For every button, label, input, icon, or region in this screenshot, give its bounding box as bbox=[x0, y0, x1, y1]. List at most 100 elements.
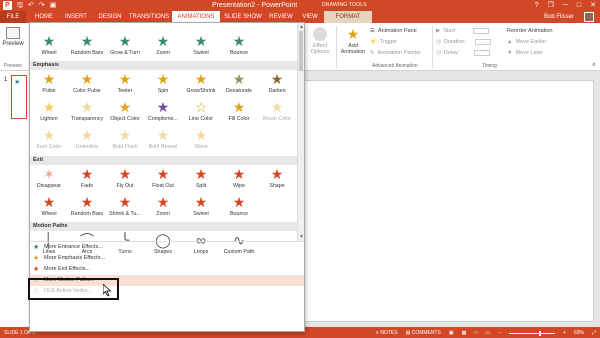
more-entrance-label: More Entrance Effects... bbox=[44, 244, 103, 250]
effect-lighten[interactable]: ★ Lighten bbox=[30, 99, 68, 127]
effect-disappear[interactable]: ✶ Disappear bbox=[30, 166, 68, 194]
star-icon: ★ bbox=[42, 127, 56, 143]
effect-darken[interactable]: ★ Darken bbox=[258, 71, 296, 99]
star-icon: ★ bbox=[118, 194, 132, 210]
star-icon: ★ bbox=[270, 166, 284, 182]
effect-float-out[interactable]: ★ Float Out bbox=[144, 166, 182, 194]
duration-spinner[interactable] bbox=[475, 39, 492, 45]
effect-swivel-exit[interactable]: ★ Swivel bbox=[182, 194, 220, 222]
undo-icon[interactable]: ↶ bbox=[28, 1, 34, 10]
zoom-in-icon[interactable]: + bbox=[563, 330, 566, 336]
fit-slide-icon[interactable]: ⤢ bbox=[592, 330, 596, 336]
scrollbar-thumb[interactable] bbox=[299, 31, 303, 71]
zoom-slider[interactable] bbox=[509, 330, 556, 336]
effect-label: Brush Color bbox=[263, 116, 291, 122]
move-earlier-button[interactable]: ▲ Move Earlier bbox=[507, 38, 546, 46]
effect-bounce-exit[interactable]: ★ Bounce bbox=[220, 194, 258, 222]
effect-swivel-entrance[interactable]: ★ Swivel bbox=[182, 33, 220, 61]
close-icon[interactable]: ✕ bbox=[590, 1, 596, 10]
redo-icon[interactable]: ↷ bbox=[39, 1, 45, 10]
effect-fly-out[interactable]: ★ Fly Out bbox=[106, 166, 144, 194]
star-icon: ★ bbox=[156, 166, 170, 182]
effect-label: Bounce bbox=[230, 50, 248, 56]
effect-zoom-exit[interactable]: ★ Zoom bbox=[144, 194, 182, 222]
effect-grow-shrink[interactable]: ★ Grow/Shrink bbox=[182, 71, 220, 99]
effect-line-color[interactable]: ☆ Line Color bbox=[182, 99, 220, 127]
animation-pane-button[interactable]: ☰ Animation Pane bbox=[370, 27, 417, 35]
effect-wheel-exit[interactable]: ★ Wheel bbox=[30, 194, 68, 222]
effect-transparency[interactable]: ★ Transparency bbox=[68, 99, 106, 127]
effect-grow-turn-entrance[interactable]: ★ Grow & Turn bbox=[106, 33, 144, 61]
effect-fade-exit[interactable]: ★ Fade bbox=[68, 166, 106, 194]
effect-complementary-color[interactable]: ★ Compleme... bbox=[144, 99, 182, 127]
duration-field[interactable]: ◷ Duration: bbox=[436, 38, 492, 46]
scroll-up-icon[interactable]: ▲ bbox=[299, 24, 304, 30]
effect-bounce-entrance[interactable]: ★ Bounce bbox=[220, 33, 258, 61]
effect-wheel-entrance[interactable]: ★ Wheel bbox=[30, 33, 68, 61]
more-entrance-effects[interactable]: ★ More Entrance Effects... bbox=[30, 242, 304, 253]
effect-teeter[interactable]: ★ Teeter bbox=[106, 71, 144, 99]
scroll-down-icon[interactable]: ▼ bbox=[299, 234, 304, 240]
start-select[interactable] bbox=[473, 28, 490, 34]
minimize-icon[interactable]: ─ bbox=[563, 1, 568, 10]
effect-shrink-turn-exit[interactable]: ★ Shrink & Tu... bbox=[106, 194, 144, 222]
star-icon: ★ bbox=[118, 99, 132, 115]
effect-desaturate[interactable]: ★ Desaturate bbox=[220, 71, 258, 99]
star-icon: ★ bbox=[80, 99, 94, 115]
more-exit-effects[interactable]: ★ More Exit Effects... bbox=[30, 264, 304, 275]
effect-split-exit[interactable]: ★ Split bbox=[182, 166, 220, 194]
effect-label: Wipe bbox=[232, 183, 246, 189]
effect-random-bars-entrance[interactable]: ★ Random Bars bbox=[68, 33, 106, 61]
slideshow-view-icon[interactable]: ▭ bbox=[485, 330, 490, 336]
star-icon: ★ bbox=[42, 194, 56, 210]
effect-label: Swivel bbox=[193, 50, 209, 56]
collapse-ribbon-icon[interactable]: ∧ bbox=[592, 61, 596, 68]
effect-random-bars-exit[interactable]: ★ Random Bars bbox=[68, 194, 106, 222]
effect-label: Swivel bbox=[193, 211, 209, 217]
help-icon[interactable]: ? bbox=[535, 1, 539, 10]
move-later-button[interactable]: ▼ Move Later bbox=[507, 49, 543, 57]
effect-spin[interactable]: ★ Spin bbox=[144, 71, 182, 99]
more-emphasis-effects[interactable]: ★ More Emphasis Effects... bbox=[30, 253, 304, 264]
zoom-out-icon[interactable]: − bbox=[498, 330, 501, 336]
effect-options-button[interactable]: Effect Options bbox=[307, 27, 333, 55]
maximize-icon[interactable]: □ bbox=[577, 1, 581, 10]
trigger-button[interactable]: ⚡ Trigger bbox=[370, 38, 397, 46]
effect-bold-reveal: ★ Bold Reveal bbox=[144, 127, 182, 155]
effect-color-pulse[interactable]: ★ Color Pulse bbox=[68, 71, 106, 99]
add-animation-button[interactable]: ★ Add Animation bbox=[339, 27, 367, 55]
tab-file[interactable]: FILE bbox=[0, 11, 26, 23]
tab-format[interactable]: FORMAT bbox=[324, 11, 372, 23]
more-emphasis-label: More Emphasis Effects... bbox=[44, 255, 106, 261]
animation-painter-button[interactable]: ✎ Animation Painter bbox=[370, 49, 421, 57]
zoom-level[interactable]: 69% bbox=[574, 330, 584, 336]
star-icon: ★ bbox=[156, 33, 170, 49]
notes-button[interactable]: ≡ NOTES bbox=[376, 330, 398, 336]
effect-pulse[interactable]: ★ Pulse bbox=[30, 71, 68, 99]
start-field[interactable]: ▶ Start: bbox=[436, 27, 490, 35]
start-icon: ▶ bbox=[436, 28, 441, 34]
gallery-scrollbar[interactable]: ▲ ▼ bbox=[297, 23, 304, 241]
arrow-down-icon: ▼ bbox=[507, 50, 513, 56]
effect-object-color[interactable]: ★ Object Color bbox=[106, 99, 144, 127]
effect-fill-color[interactable]: ★ Fill Color bbox=[220, 99, 258, 127]
effect-shape-exit[interactable]: ★ Shape bbox=[258, 166, 296, 194]
save-icon[interactable]: 🖫 bbox=[17, 1, 23, 10]
delay-field[interactable]: ◷ Delay: bbox=[436, 49, 491, 57]
comments-button[interactable]: ▤ COMMENTS bbox=[406, 330, 441, 336]
effect-wipe-exit[interactable]: ★ Wipe bbox=[220, 166, 258, 194]
ribbon-display-icon[interactable]: ❐ bbox=[548, 1, 554, 10]
effect-zoom-entrance[interactable]: ★ Zoom bbox=[144, 33, 182, 61]
start-label: Start: bbox=[443, 28, 457, 34]
effect-label: Bold Flash bbox=[112, 144, 138, 150]
motion-paths-header: Motion Paths bbox=[30, 222, 298, 231]
divider bbox=[336, 26, 337, 68]
user-name[interactable]: Bob Flisser bbox=[544, 11, 574, 23]
effect-label: Shape bbox=[269, 183, 285, 189]
normal-view-icon[interactable]: ▣ bbox=[449, 330, 454, 336]
avatar[interactable] bbox=[584, 12, 594, 22]
delay-spinner[interactable] bbox=[474, 50, 491, 56]
slide-sorter-icon[interactable]: ▦ bbox=[462, 330, 467, 336]
start-from-beginning-icon[interactable]: ▣ bbox=[50, 1, 57, 10]
reading-view-icon[interactable]: □ bbox=[474, 330, 477, 336]
